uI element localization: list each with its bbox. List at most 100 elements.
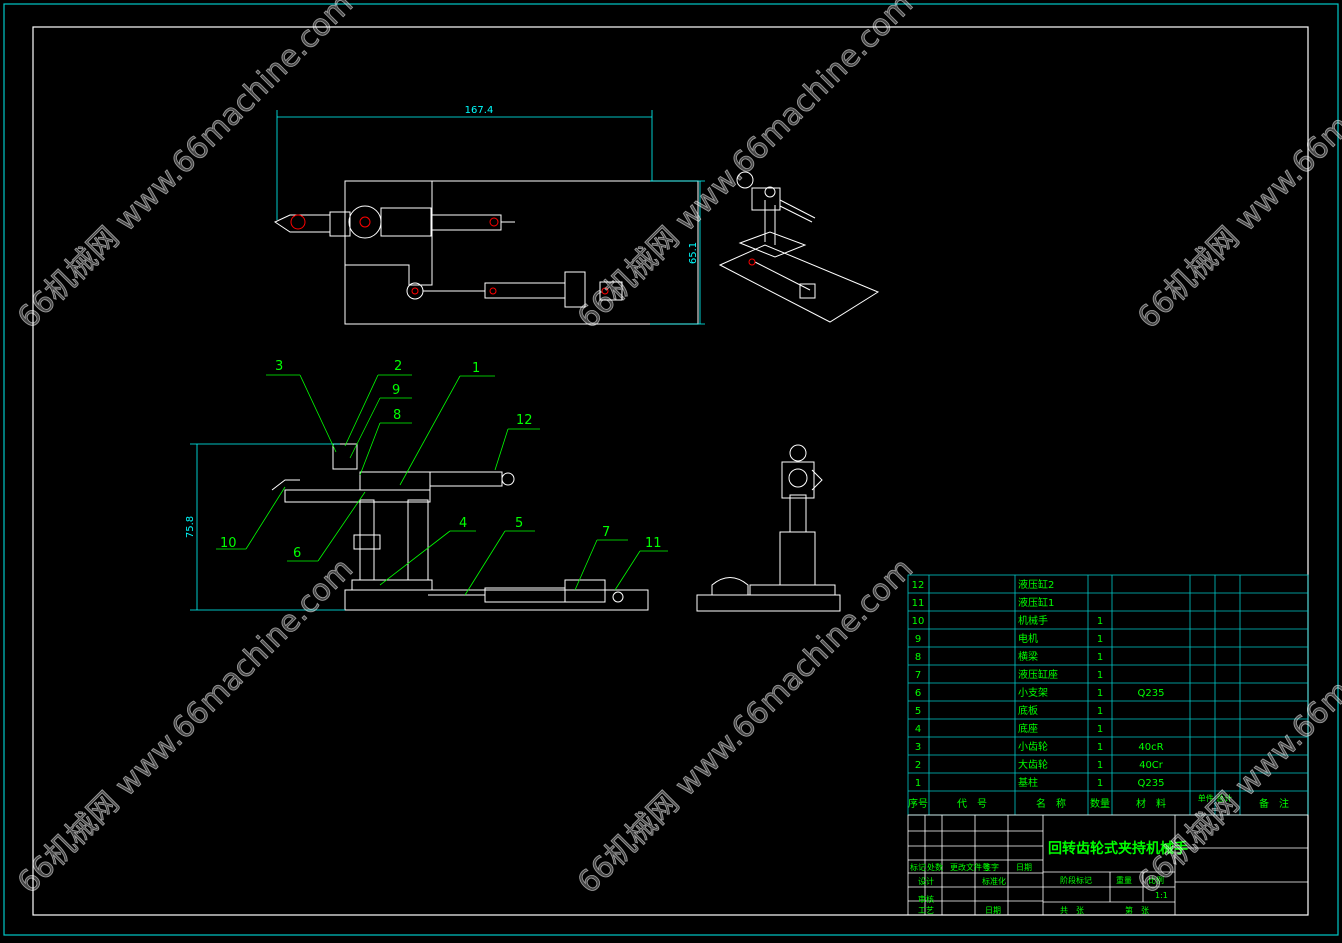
watermark: 66机械网 www.66machine.com <box>11 0 360 336</box>
tb-process: 工艺 <box>918 906 934 915</box>
bom-cell-qty: 1 <box>1097 706 1103 717</box>
watermark: 66机械网 www.66machine.com <box>571 551 920 900</box>
top-gear-center <box>359 216 371 228</box>
tb-stage: 阶段标记 <box>1060 875 1092 885</box>
balloon-9: 9 <box>392 383 400 398</box>
side-upright <box>789 494 807 533</box>
front-support <box>407 499 429 581</box>
bom-cell-no: 9 <box>915 634 921 645</box>
side-bracket <box>711 577 749 595</box>
tb-check: 审核 <box>918 894 934 904</box>
side-view <box>696 444 841 612</box>
bom-cell-qty: 1 <box>1097 760 1103 771</box>
front-motor <box>332 443 358 470</box>
balloon-8: 8 <box>393 408 401 423</box>
top-base-pivot-center <box>411 287 419 295</box>
tb-weight: 重量 <box>1116 875 1132 885</box>
top-arm-block <box>380 207 432 237</box>
top-arm-pin <box>489 217 499 227</box>
bom-cell-qty: 1 <box>1097 670 1103 681</box>
bom-cell-name: 机械手 <box>1018 614 1048 627</box>
bom-header-code: 代 号 <box>957 798 987 810</box>
top-lower-cylinder <box>484 282 566 299</box>
watermark: 66机械网 www.66machine.com <box>11 551 360 900</box>
top-gear <box>348 205 382 239</box>
top-notch <box>345 181 433 286</box>
balloon-6: 6 <box>293 546 301 561</box>
side-base-plate <box>696 594 841 612</box>
tb-date: 日期 <box>1016 863 1032 872</box>
iso-pedestal <box>738 231 807 258</box>
bom-cell-qty: 1 <box>1097 634 1103 645</box>
bom-rows: 12 液压缸211 液压缸110 机械手 19 电机 18 横梁 17 液压缸座 16 小支架 1 Q23… <box>912 578 1165 789</box>
bom-cell-no: 8 <box>915 652 921 663</box>
bom-cell-qty: 1 <box>1097 616 1103 627</box>
bom-header-note: 备 注 <box>1259 797 1289 810</box>
balloon-labels: 3 2 9 8 1 12 10 6 4 5 7 11 <box>220 359 662 561</box>
front-arm-end <box>501 472 515 486</box>
watermark: 66机械网 www.66machine.com <box>571 0 920 336</box>
top-wrist <box>329 211 351 237</box>
tb-sign: 签字 <box>983 862 999 872</box>
bom-cell-material: Q235 <box>1138 688 1165 699</box>
bom-cell-no: 2 <box>915 760 921 771</box>
bom-cell-name: 底座 <box>1018 722 1038 735</box>
front-gripper <box>271 479 300 491</box>
bom-cell-material: Q235 <box>1138 778 1165 789</box>
bom-cell-no: 10 <box>912 616 925 627</box>
balloon-10: 10 <box>220 536 237 551</box>
bom-cell-qty: 1 <box>1097 688 1103 699</box>
balloon-5: 5 <box>515 516 523 531</box>
side-head-bore <box>788 468 808 488</box>
front-arm-cylinder <box>429 471 503 487</box>
front-base <box>351 579 433 591</box>
bom-cell-no: 3 <box>915 742 921 753</box>
bom-cell-qty: 1 <box>1097 724 1103 735</box>
balloon-1: 1 <box>472 361 480 376</box>
side-base <box>749 584 836 596</box>
front-gear-box <box>359 471 431 491</box>
top-lower-pin <box>489 287 497 295</box>
bom-cell-no: 1 <box>915 778 921 789</box>
bom-header-name: 名 称 <box>1036 797 1066 810</box>
front-base-plate <box>344 589 649 611</box>
bom-cell-qty: 1 <box>1097 652 1103 663</box>
bom-cell-no: 4 <box>915 724 921 735</box>
front-cylinder-mount <box>564 579 606 603</box>
tb-date2: 日期 <box>985 906 1001 915</box>
bom-cell-name: 小支架 <box>1018 687 1048 699</box>
bom-cell-name: 液压缸1 <box>1018 596 1054 609</box>
top-gripper <box>273 214 331 233</box>
dim-front-height: 75.8 <box>185 516 196 538</box>
front-column-collar <box>353 534 381 550</box>
front-column <box>359 499 375 581</box>
tb-mark: 标记 <box>910 862 926 872</box>
watermark: 66机械网 www.66machine.com <box>1131 0 1342 336</box>
balloon-4: 4 <box>459 516 467 531</box>
cad-sheet: 167.4 65.1 75.8 3 2 9 8 1 12 10 6 4 5 7 … <box>3 0 1342 936</box>
bom-cell-name: 电机 <box>1018 632 1038 645</box>
bom-header-qty: 数量 <box>1090 797 1110 810</box>
bom-cell-name: 大齿轮 <box>1018 758 1048 771</box>
bom-cell-no: 11 <box>912 598 925 609</box>
dim-top-height: 65.1 <box>688 242 699 264</box>
bom-cell-material: 40Cr <box>1139 760 1164 771</box>
balloon-2: 2 <box>394 359 402 374</box>
bom-cell-name: 液压缸座 <box>1018 668 1058 681</box>
balloon-12: 12 <box>516 413 533 428</box>
isometric-view <box>718 171 880 323</box>
top-view <box>273 110 705 325</box>
side-column <box>779 531 816 586</box>
bom-cell-name: 液压缸2 <box>1018 578 1054 591</box>
tb-sheet-no: 第 张 <box>1125 905 1149 915</box>
tb-count: 处数 <box>927 862 943 872</box>
bom-cell-name: 小齿轮 <box>1018 740 1048 753</box>
drawing-canvas: 167.4 65.1 75.8 3 2 9 8 1 12 10 6 4 5 7 … <box>0 0 1342 939</box>
bom-cell-material: 40cR <box>1138 742 1163 753</box>
top-gripper-pivot <box>290 214 306 230</box>
iso-base-plate <box>718 244 880 323</box>
side-top-gear <box>789 444 807 462</box>
bom-cell-no: 6 <box>915 688 921 699</box>
bom-header-material: 材 料 <box>1136 797 1166 810</box>
bom-cell-name: 基柱 <box>1018 776 1038 789</box>
